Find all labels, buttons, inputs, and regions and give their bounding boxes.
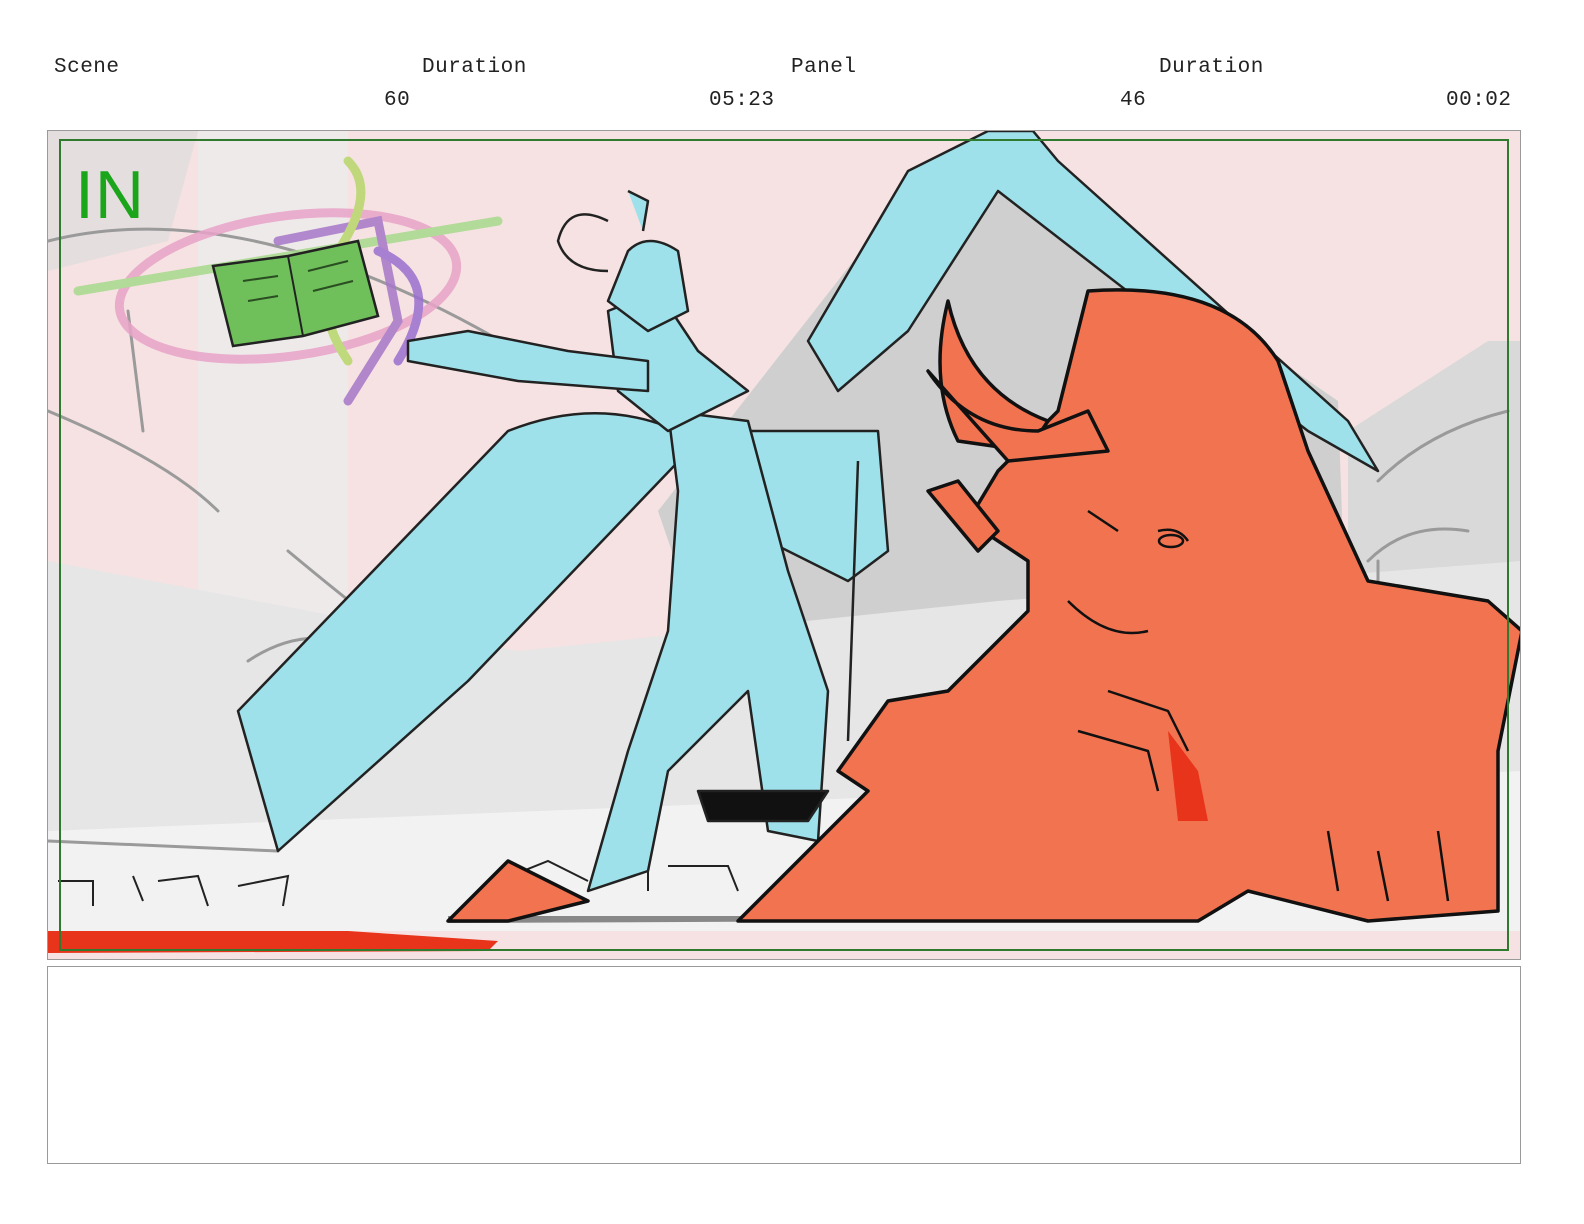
scene-duration-label: Duration: [422, 56, 527, 79]
panel-number: 46: [1120, 89, 1147, 112]
notes-text: [48, 967, 1520, 991]
transition-label: IN: [75, 157, 145, 233]
panel-duration-value: 00:02: [1446, 89, 1512, 112]
panel-label: Panel: [791, 56, 857, 79]
storyboard-panel[interactable]: IN: [47, 130, 1521, 960]
scene-duration-value: 05:23: [709, 89, 775, 112]
scene-number: 60: [384, 89, 411, 112]
panel-artwork: [48, 131, 1520, 959]
scene-label: Scene: [54, 56, 120, 79]
panel-duration-label: Duration: [1159, 56, 1264, 79]
notes-box[interactable]: [47, 966, 1521, 1164]
